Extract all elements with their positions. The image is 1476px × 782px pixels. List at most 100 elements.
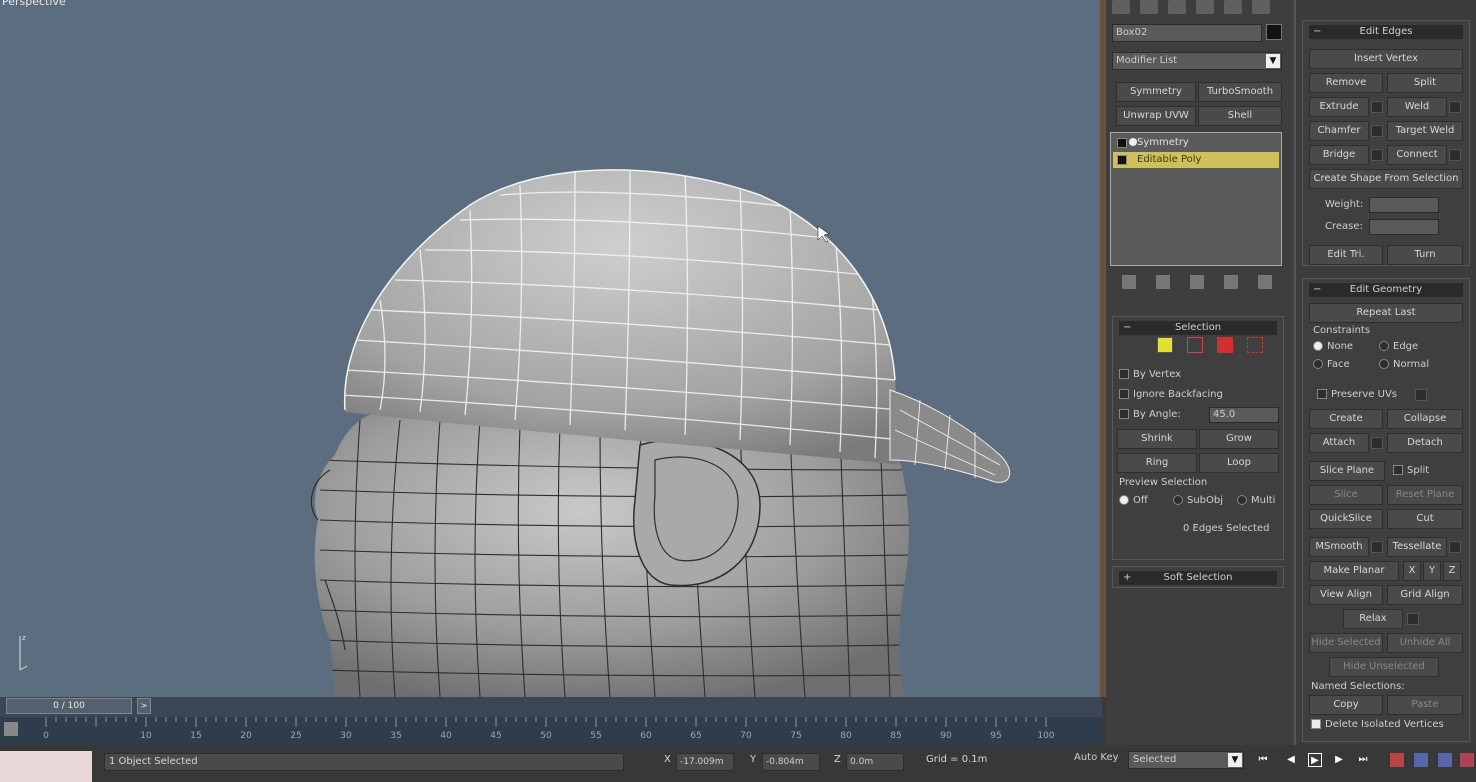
hide-unselected-button[interactable]: Hide Unselected — [1329, 657, 1439, 677]
element-mode-icon[interactable] — [1247, 337, 1263, 353]
vertex-mode-icon[interactable] — [1157, 337, 1173, 353]
display-tab-icon[interactable] — [1224, 0, 1242, 14]
weld-settings-icon[interactable] — [1449, 101, 1461, 113]
edit-tri-button[interactable]: Edit Tri. — [1309, 245, 1383, 265]
angle-spinner[interactable]: 45.0 — [1209, 407, 1279, 423]
auto-key-button[interactable]: Auto Key — [1074, 752, 1119, 763]
symmetry-button[interactable]: Symmetry — [1116, 82, 1196, 102]
chamfer-button[interactable]: Chamfer — [1309, 121, 1369, 141]
time-slider-thumb[interactable]: 0 / 100 — [6, 698, 132, 714]
z-coord-field[interactable]: 0.0m — [846, 753, 904, 771]
bridge-button[interactable]: Bridge — [1309, 145, 1369, 165]
y-coord-field[interactable]: -0.804m — [762, 753, 820, 771]
soft-selection-rollout[interactable]: + Soft Selection — [1112, 566, 1284, 588]
target-weld-button[interactable]: Target Weld — [1387, 121, 1463, 141]
connect-settings-icon[interactable] — [1449, 149, 1461, 161]
soft-selection-title[interactable]: + Soft Selection — [1119, 571, 1277, 585]
play-icon[interactable]: ▶ — [1308, 753, 1322, 767]
perspective-viewport[interactable]: Perspective z — [0, 0, 1102, 697]
constraint-edge-radio[interactable]: Edge — [1379, 341, 1418, 352]
ignore-backfacing-checkbox[interactable]: Ignore Backfacing — [1119, 389, 1223, 400]
preview-off-radio[interactable]: Off — [1119, 495, 1148, 506]
stack-item-editable-poly[interactable]: Editable Poly — [1113, 152, 1279, 168]
unwrap-uvw-button[interactable]: Unwrap UVW — [1116, 106, 1196, 126]
lightbulb-icon[interactable] — [1117, 138, 1127, 148]
stack-item-symmetry[interactable]: Symmetry — [1113, 135, 1279, 151]
next-frame-button[interactable]: > — [137, 698, 151, 714]
slice-button[interactable]: Slice — [1309, 485, 1383, 505]
create-shape-button[interactable]: Create Shape From Selection — [1309, 169, 1463, 189]
insert-vertex-button[interactable]: Insert Vertex — [1309, 49, 1463, 69]
unhide-all-button[interactable]: Unhide All — [1387, 633, 1463, 653]
collapse-button[interactable]: Collapse — [1387, 409, 1463, 429]
tessellate-settings-icon[interactable] — [1449, 541, 1461, 553]
time-slider[interactable]: 0 / 100 > — [0, 697, 1102, 717]
planar-y-button[interactable]: Y — [1423, 561, 1441, 581]
chamfer-settings-icon[interactable] — [1371, 125, 1383, 137]
x-coord-field[interactable]: -17.009m — [676, 753, 734, 771]
planar-x-button[interactable]: X — [1403, 561, 1421, 581]
motion-tab-icon[interactable] — [1196, 0, 1214, 14]
msmooth-settings-icon[interactable] — [1371, 541, 1383, 553]
object-color-swatch[interactable] — [1266, 24, 1282, 40]
hierarchy-tab-icon[interactable] — [1168, 0, 1186, 14]
split-button[interactable]: Split — [1387, 73, 1463, 93]
cut-button[interactable]: Cut — [1387, 509, 1463, 529]
edit-edges-title[interactable]: − Edit Edges — [1309, 25, 1463, 39]
edge-mode-icon[interactable] — [1187, 337, 1203, 353]
utilities-tab-icon[interactable] — [1252, 0, 1270, 14]
key-mode-dropdown[interactable]: Selected ▼ — [1128, 751, 1244, 769]
preview-subobj-radio[interactable]: SubObj — [1173, 495, 1223, 506]
relax-button[interactable]: Relax — [1343, 609, 1403, 629]
remove-button[interactable]: Remove — [1309, 73, 1383, 93]
preserve-uvs-settings-icon[interactable] — [1415, 389, 1427, 401]
slice-plane-button[interactable]: Slice Plane — [1309, 461, 1385, 481]
go-to-end-icon[interactable]: ⏭ — [1356, 753, 1370, 767]
grid-align-button[interactable]: Grid Align — [1387, 585, 1463, 605]
create-tab-icon[interactable] — [1112, 0, 1130, 14]
split-checkbox[interactable]: Split — [1393, 465, 1429, 476]
pin-stack-icon[interactable] — [1122, 275, 1136, 289]
constraint-face-radio[interactable]: Face — [1313, 359, 1350, 370]
modify-tab-icon[interactable] — [1140, 0, 1158, 14]
preserve-uvs-checkbox[interactable]: Preserve UVs — [1317, 389, 1397, 400]
make-planar-button[interactable]: Make Planar — [1309, 561, 1399, 581]
connect-button[interactable]: Connect — [1387, 145, 1447, 165]
remove-modifier-icon[interactable] — [1224, 275, 1238, 289]
quickslice-button[interactable]: QuickSlice — [1309, 509, 1383, 529]
configure-sets-icon[interactable] — [1258, 275, 1272, 289]
selection-rollout-title[interactable]: − Selection — [1119, 321, 1277, 335]
head-model-wireframe[interactable] — [0, 0, 1100, 697]
show-end-result-icon[interactable] — [1156, 275, 1170, 289]
ring-button[interactable]: Ring — [1117, 453, 1197, 473]
previous-frame-icon[interactable]: ◀ — [1284, 753, 1298, 767]
make-unique-icon[interactable] — [1190, 275, 1204, 289]
weld-button[interactable]: Weld — [1387, 97, 1447, 117]
track-bar[interactable]: 0 10 15 20 25 30 35 40 45 50 55 60 65 70 75 80 85 90 95 100 — [0, 717, 1102, 745]
attach-list-icon[interactable] — [1371, 437, 1383, 449]
modifier-list-dropdown[interactable]: Modifier List ▼ — [1112, 52, 1282, 70]
weight-spinner[interactable] — [1369, 197, 1439, 213]
loop-button[interactable]: Loop — [1199, 453, 1279, 473]
extrude-settings-icon[interactable] — [1371, 101, 1383, 113]
zoom-icon[interactable] — [1390, 753, 1404, 767]
tessellate-button[interactable]: Tessellate — [1387, 537, 1447, 557]
lightbulb-icon[interactable] — [1117, 155, 1127, 165]
grow-button[interactable]: Grow — [1199, 429, 1279, 449]
constraint-normal-radio[interactable]: Normal — [1379, 359, 1429, 370]
next-frame-icon[interactable]: ▶ — [1332, 753, 1346, 767]
preview-multi-radio[interactable]: Multi — [1237, 495, 1275, 506]
create-button[interactable]: Create — [1309, 409, 1383, 429]
maxscript-listener[interactable] — [0, 751, 92, 782]
attach-button[interactable]: Attach — [1309, 433, 1369, 453]
polygon-mode-icon[interactable] — [1217, 337, 1233, 353]
go-to-start-icon[interactable]: ⏮ — [1256, 753, 1270, 767]
view-align-button[interactable]: View Align — [1309, 585, 1383, 605]
extrude-button[interactable]: Extrude — [1309, 97, 1369, 117]
hide-selected-button[interactable]: Hide Selected — [1309, 633, 1383, 653]
turbosmooth-button[interactable]: TurboSmooth — [1198, 82, 1282, 102]
copy-button[interactable]: Copy — [1309, 695, 1383, 715]
planar-z-button[interactable]: Z — [1443, 561, 1461, 581]
shrink-button[interactable]: Shrink — [1117, 429, 1197, 449]
paste-button[interactable]: Paste — [1387, 695, 1463, 715]
